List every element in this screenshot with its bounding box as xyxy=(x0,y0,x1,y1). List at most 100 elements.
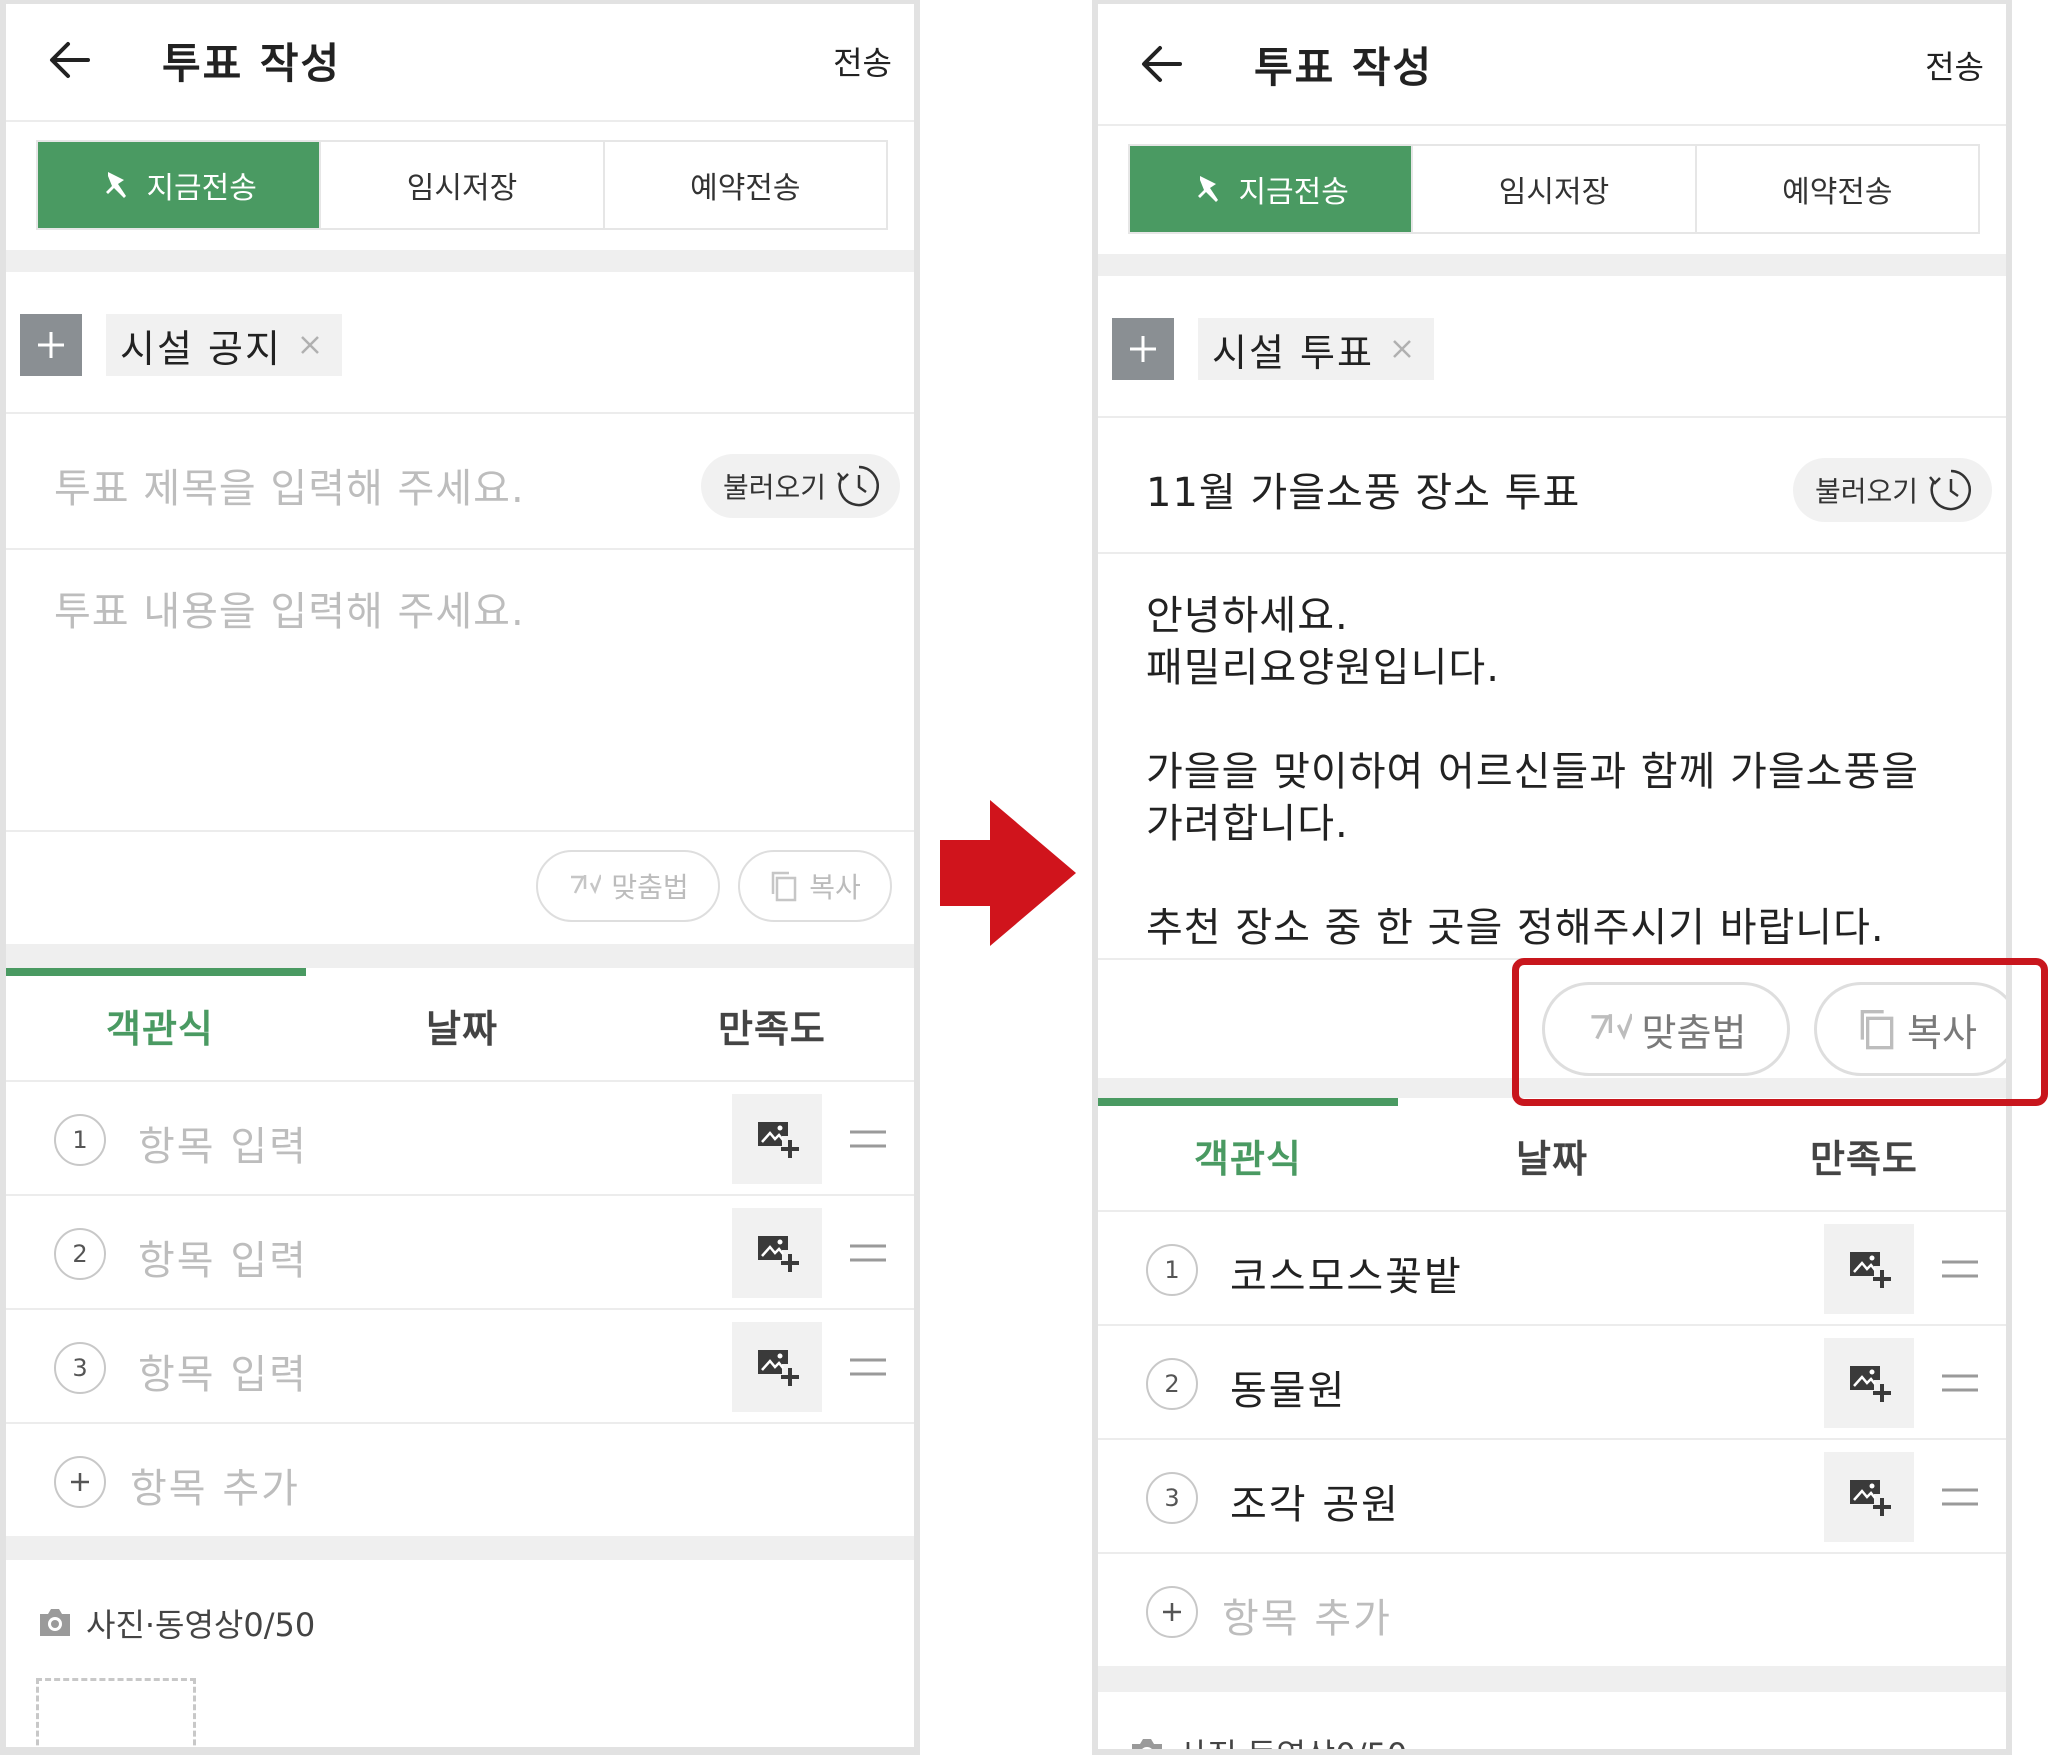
add-image-button[interactable] xyxy=(1824,1452,1914,1542)
tab-label: 지금전송 xyxy=(146,171,257,206)
right-arrow-icon xyxy=(940,800,1076,946)
close-icon[interactable] xyxy=(298,333,322,357)
spellcheck-button[interactable]: 맞춤법 xyxy=(536,850,720,922)
drag-handle-icon[interactable] xyxy=(848,1128,888,1150)
tab-send-now[interactable]: 지금전송 xyxy=(1130,146,1414,232)
option-number: 1 xyxy=(1146,1244,1198,1296)
content-input[interactable]: 투표 내용을 입력해 주세요. xyxy=(54,586,525,638)
load-button[interactable]: 불러오기 xyxy=(1792,458,1992,522)
highlight-box xyxy=(1512,958,2048,1106)
send-button[interactable]: 전송 xyxy=(833,38,892,84)
option-number: 1 xyxy=(54,1114,106,1166)
title-input[interactable]: 11월 가을소풍 장소 투표 xyxy=(1146,460,1580,518)
spellcheck-label: 맞춤법 xyxy=(611,871,689,904)
category-label: 시설 공지 xyxy=(120,326,282,371)
tab-satisfaction[interactable]: 만족도 xyxy=(1810,1128,1918,1183)
category-chip[interactable]: 시설 투표 xyxy=(1198,318,1434,380)
option-input[interactable]: 항목 입력 xyxy=(138,1342,308,1400)
category-chip[interactable]: 시설 공지 xyxy=(106,314,342,376)
tab-date[interactable]: 날짜 xyxy=(426,998,498,1053)
copy-button[interactable]: 복사 xyxy=(738,850,892,922)
camera-icon xyxy=(40,1609,70,1636)
content-input-area[interactable]: 안녕하세요. 패밀리요양원입니다. 가을을 맞이하여 어르신들과 함께 가을소풍… xyxy=(1098,554,2006,960)
content-line: 패밀리요양원입니다. xyxy=(1146,645,1500,691)
after-screen: 투표 작성 전송 지금전송 임시저장 예약전송 시설 투표 11월 가을소풍 장… xyxy=(1092,0,2012,1755)
add-image-button[interactable] xyxy=(732,1322,822,1412)
content-paragraph: 추천 장소 중 한 곳을 정해주시기 바랍니다. xyxy=(1146,902,1919,954)
add-image-button[interactable] xyxy=(1824,1338,1914,1428)
content-input-area[interactable]: 투표 내용을 입력해 주세요. xyxy=(6,550,914,832)
app-header: 투표 작성 전송 xyxy=(6,4,914,122)
media-section: 사진·동영상0/50 xyxy=(6,1560,914,1747)
plus-icon xyxy=(71,1473,89,1491)
pin-icon xyxy=(1198,176,1219,202)
add-image-icon xyxy=(1850,1480,1891,1516)
drag-handle-icon[interactable] xyxy=(1940,1258,1980,1280)
add-option-button[interactable] xyxy=(1146,1586,1198,1638)
add-image-button[interactable] xyxy=(732,1094,822,1184)
drag-handle-icon[interactable] xyxy=(848,1242,888,1264)
option-row: 2 동물원 xyxy=(1098,1326,2006,1440)
divider xyxy=(6,944,914,968)
before-screen: 투표 작성 전송 지금전송 임시저장 예약전송 시설 공지 투표 제목을 입력해… xyxy=(0,0,920,1755)
app-header: 투표 작성 전송 xyxy=(1098,4,2006,126)
option-input[interactable]: 항목 입력 xyxy=(138,1228,308,1286)
tab-save-draft[interactable]: 임시저장 xyxy=(1413,146,1697,232)
media-label[interactable]: 사진·동영상0/50 xyxy=(36,1600,315,1646)
divider xyxy=(1098,1666,2006,1692)
tab-schedule-send[interactable]: 예약전송 xyxy=(605,142,886,228)
add-option-button[interactable] xyxy=(54,1456,106,1508)
clock-history-icon xyxy=(1929,469,1971,511)
add-option-label: 항목 추가 xyxy=(130,1466,300,1512)
clock-history-icon xyxy=(837,465,879,507)
media-section: 사진·동영상0/50 xyxy=(1098,1692,2006,1755)
tab-save-draft[interactable]: 임시저장 xyxy=(321,142,605,228)
divider xyxy=(6,1536,914,1560)
category-row: 시설 공지 xyxy=(6,304,914,414)
option-row: 3 조각 공원 xyxy=(1098,1440,2006,1554)
tab-multiple-choice[interactable]: 객관식 xyxy=(106,998,214,1053)
content-input[interactable]: 안녕하세요. 패밀리요양원입니다. 가을을 맞이하여 어르신들과 함께 가을소풍… xyxy=(1146,590,1919,954)
option-input[interactable]: 코스모스꽃밭 xyxy=(1230,1244,1463,1302)
media-count: 사진·동영상0/50 xyxy=(1178,1736,1408,1755)
pin-icon xyxy=(106,172,127,198)
plus-icon xyxy=(1130,336,1156,362)
add-image-icon xyxy=(1850,1366,1891,1402)
active-tab-indicator xyxy=(1098,1098,1398,1106)
send-mode-tabs: 지금전송 임시저장 예약전송 xyxy=(1128,144,1980,234)
title-input[interactable]: 투표 제목을 입력해 주세요. xyxy=(54,456,525,514)
load-label: 불러오기 xyxy=(722,471,826,504)
tab-multiple-choice[interactable]: 객관식 xyxy=(1194,1128,1302,1183)
option-input[interactable]: 동물원 xyxy=(1230,1358,1346,1416)
load-label: 불러오기 xyxy=(1814,475,1918,508)
tab-schedule-send[interactable]: 예약전송 xyxy=(1697,146,1978,232)
back-arrow-icon[interactable] xyxy=(42,32,98,88)
drag-handle-icon[interactable] xyxy=(1940,1486,1980,1508)
upload-box[interactable] xyxy=(36,1678,196,1747)
drag-handle-icon[interactable] xyxy=(1940,1372,1980,1394)
tab-send-now[interactable]: 지금전송 xyxy=(38,142,322,228)
add-category-button[interactable] xyxy=(20,314,82,376)
divider xyxy=(1098,254,2006,276)
load-button[interactable]: 불러오기 xyxy=(700,454,900,518)
media-label[interactable]: 사진·동영상0/50 xyxy=(1128,1730,1408,1755)
tab-date[interactable]: 날짜 xyxy=(1516,1128,1588,1183)
add-image-button[interactable] xyxy=(732,1208,822,1298)
add-option-row[interactable]: 항목 추가 xyxy=(6,1424,914,1536)
add-option-row[interactable]: 항목 추가 xyxy=(1098,1554,2006,1666)
option-input[interactable]: 조각 공원 xyxy=(1230,1472,1400,1530)
option-row: 1 항목 입력 xyxy=(6,1082,914,1196)
drag-handle-icon[interactable] xyxy=(848,1356,888,1378)
title-input-row: 11월 가을소풍 장소 투표 불러오기 xyxy=(1098,418,2006,554)
add-image-button[interactable] xyxy=(1824,1224,1914,1314)
option-input[interactable]: 항목 입력 xyxy=(138,1114,308,1172)
tab-satisfaction[interactable]: 만족도 xyxy=(718,998,826,1053)
content-line: 가려합니다. xyxy=(1146,801,1349,847)
add-category-button[interactable] xyxy=(1112,318,1174,380)
send-button[interactable]: 전송 xyxy=(1925,42,1984,88)
add-image-icon xyxy=(758,1236,799,1272)
spellcheck-icon xyxy=(571,874,602,895)
close-icon[interactable] xyxy=(1390,337,1414,361)
back-arrow-icon[interactable] xyxy=(1134,36,1190,92)
option-number: 3 xyxy=(1146,1472,1198,1524)
